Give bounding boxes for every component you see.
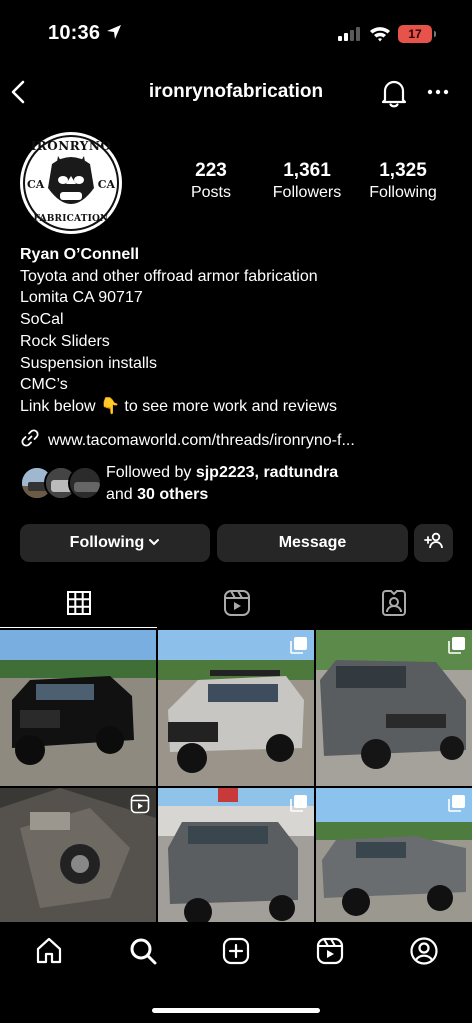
- logo-text-layer: IRONRYNO CA CA FABRICATION: [20, 132, 122, 234]
- bio-line: Lomita CA 90717: [20, 289, 143, 307]
- following-button-label: Following: [69, 534, 145, 551]
- logo-top-text: IRONRYNO: [30, 139, 112, 153]
- following-button[interactable]: Following: [20, 524, 210, 562]
- profile-header: ironrynofabrication: [0, 72, 472, 112]
- followed-by-prefix: Followed by: [106, 464, 196, 481]
- others-count[interactable]: 30 others: [137, 486, 208, 503]
- tab-tagged[interactable]: [315, 582, 472, 628]
- followed-by-text: Followed by sjp2223, radtundra and 30 ot…: [106, 462, 338, 505]
- home-icon[interactable]: [34, 936, 64, 966]
- search-icon[interactable]: [128, 936, 158, 966]
- bio-line: Toyota and other offroad armor fabricati…: [20, 267, 318, 285]
- mutual-follower-name[interactable]: sjp2223: [196, 464, 255, 481]
- logo-right-text: CA: [97, 178, 115, 191]
- suggested-people-button[interactable]: [414, 524, 453, 562]
- followers-stat[interactable]: 1,361 Followers: [266, 160, 348, 202]
- bio-line: SoCal: [20, 311, 64, 329]
- profile-full-name: Ryan O’Connell: [20, 246, 140, 263]
- grid-post[interactable]: [0, 630, 156, 786]
- following-label: Following: [369, 184, 437, 201]
- logo-bottom-text: FABRICATION: [33, 214, 109, 224]
- multi-photo-icon: [448, 794, 466, 812]
- profile-nav-icon[interactable]: [409, 936, 439, 966]
- status-bar: 10:36 17: [0, 0, 472, 66]
- link-icon: [20, 428, 40, 453]
- notification-bell-icon[interactable]: [380, 78, 408, 113]
- following-count: 1,325: [379, 160, 427, 181]
- grid-post[interactable]: [316, 788, 472, 944]
- more-options-icon[interactable]: [426, 80, 450, 109]
- follower-avatar: [68, 466, 102, 500]
- followed-by-section[interactable]: Followed by sjp2223, radtundra and 30 ot…: [20, 462, 460, 505]
- bio-line: Link below 👇 to see more work and review…: [20, 397, 337, 415]
- bio-line: Rock Sliders: [20, 332, 110, 350]
- multi-photo-icon: [290, 636, 308, 654]
- wifi-icon: [369, 25, 391, 47]
- message-button-label: Message: [278, 534, 347, 551]
- posts-stat[interactable]: 223 Posts: [178, 160, 244, 202]
- cellular-signal-icon: [338, 27, 362, 46]
- grid-post[interactable]: [0, 788, 156, 944]
- battery-indicator: 17: [398, 25, 436, 43]
- tab-posts-grid[interactable]: [0, 582, 157, 628]
- bio-link-text: www.tacomaworld.com/threads/ironryno-f..…: [48, 431, 355, 449]
- status-time: 10:36: [48, 22, 101, 44]
- mutual-follower-name[interactable]: radtundra: [263, 464, 338, 481]
- tab-reels[interactable]: [158, 582, 315, 628]
- multi-photo-icon: [290, 794, 308, 812]
- bio-line: Suspension installs: [20, 354, 157, 372]
- followers-count: 1,361: [283, 160, 331, 181]
- followers-label: Followers: [272, 184, 342, 201]
- message-button[interactable]: Message: [217, 524, 408, 562]
- grid-icon: [66, 590, 92, 621]
- profile-bio: Ryan O’Connell Toyota and other offroad …: [20, 244, 460, 418]
- reel-icon: [130, 794, 150, 814]
- create-post-icon[interactable]: [221, 936, 251, 966]
- add-person-icon: [423, 532, 444, 555]
- reels-nav-icon[interactable]: [315, 936, 345, 966]
- chevron-down-icon: [148, 534, 160, 552]
- tagged-person-icon: [380, 589, 408, 622]
- posts-count: 223: [195, 160, 227, 181]
- followed-by-and: and: [106, 485, 138, 503]
- home-indicator: [152, 1008, 320, 1013]
- multi-photo-icon: [448, 636, 466, 654]
- following-stat[interactable]: 1,325 Following: [362, 160, 444, 202]
- grid-post[interactable]: [158, 788, 314, 944]
- bio-line: CMC’s: [20, 376, 68, 394]
- grid-post[interactable]: [316, 630, 472, 786]
- bio-link[interactable]: www.tacomaworld.com/threads/ironryno-f..…: [20, 428, 355, 453]
- location-arrow-icon: [106, 24, 122, 45]
- posts-label: Posts: [190, 184, 231, 201]
- grid-post[interactable]: [158, 630, 314, 786]
- profile-tabs: [0, 582, 472, 628]
- logo-left-text: CA: [27, 178, 45, 191]
- reels-icon: [223, 589, 251, 622]
